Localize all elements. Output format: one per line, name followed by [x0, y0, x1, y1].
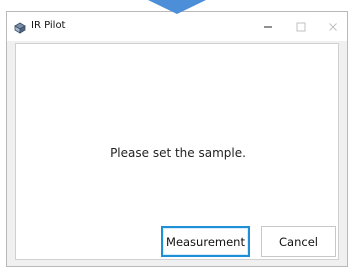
- close-icon: [328, 17, 338, 36]
- measurement-button[interactable]: Measurement: [161, 226, 250, 257]
- measurement-button-label: Measurement: [166, 234, 245, 249]
- title-bar[interactable]: IR Pilot: [7, 12, 347, 41]
- dialog-content: Please set the sample. Measurement Cance…: [15, 43, 339, 260]
- cancel-button[interactable]: Cancel: [261, 226, 336, 257]
- minimize-button[interactable]: [252, 12, 284, 41]
- dialog-window: IR Pilot Please set the sample. Measurem…: [6, 11, 348, 267]
- cancel-button-label: Cancel: [279, 234, 318, 249]
- indicator-arrow-icon: [148, 0, 206, 14]
- screen: IR Pilot Please set the sample. Measurem…: [0, 0, 353, 271]
- maximize-icon: [296, 17, 306, 36]
- app-icon: [13, 20, 27, 34]
- maximize-button[interactable]: [285, 12, 317, 41]
- instruction-message: Please set the sample.: [110, 146, 246, 160]
- close-button[interactable]: [317, 12, 347, 41]
- minimize-icon: [263, 17, 273, 36]
- window-title: IR Pilot: [31, 20, 66, 31]
